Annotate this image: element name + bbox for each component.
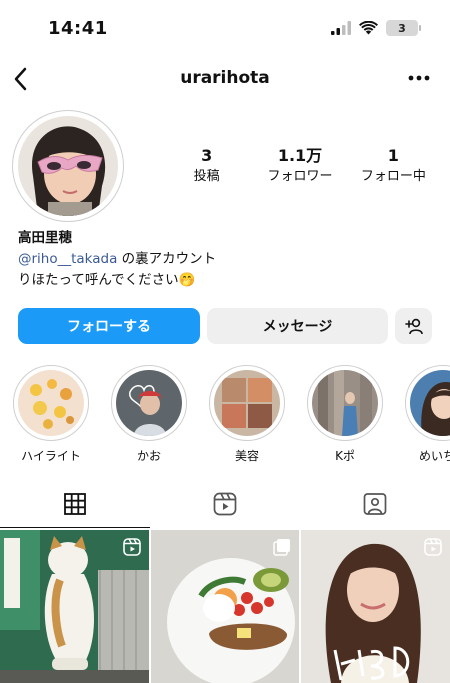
tab-tagged[interactable]	[300, 480, 450, 528]
highlight-label: ハイライト	[21, 449, 81, 463]
battery-icon: 3	[386, 20, 421, 36]
tab-reels[interactable]	[150, 480, 300, 528]
battery-level: 3	[398, 21, 406, 35]
bio-mention-link[interactable]: @riho__takada	[18, 251, 117, 267]
person-photo-image	[116, 370, 182, 436]
avatar-ring	[12, 110, 124, 222]
highlight-cover	[214, 370, 280, 436]
highlight-label: 美容	[234, 449, 259, 463]
bio-line-1: @riho__takada の裏アカウント	[18, 249, 438, 270]
post-grid	[0, 530, 450, 683]
highlight-ring	[209, 365, 285, 441]
highlight-cover	[312, 370, 378, 436]
add-user-icon	[404, 318, 423, 334]
highlight-ring	[307, 365, 383, 441]
bio-line-2: りほたって呼んでください🤭	[18, 272, 196, 288]
more-horizontal-icon	[408, 75, 430, 81]
profile-stats: 3 投稿 1.1万 フォロワー 1 フォロー中	[160, 146, 440, 188]
highlight-label: Kポ	[335, 449, 355, 463]
avatar-photo	[18, 116, 118, 216]
post-thumbnail[interactable]	[150, 530, 300, 683]
profile-bio: 高田里穂 @riho__takada の裏アカウント りほたって呼んでください🤭	[18, 228, 438, 291]
stat-followers-count: 1.1万	[277, 146, 323, 165]
stat-following[interactable]: 1 フォロー中	[347, 146, 440, 188]
highlight-item[interactable]: 美容	[208, 365, 286, 465]
stat-posts-count: 3	[201, 146, 213, 165]
post-thumbnail[interactable]	[301, 530, 450, 683]
status-indicators: 3	[331, 20, 421, 36]
stat-posts[interactable]: 3 投稿	[160, 146, 253, 188]
highlight-item[interactable]: かお	[110, 365, 188, 465]
status-time: 14:41	[48, 18, 108, 39]
status-bar: 14:41 3	[0, 0, 450, 52]
carousel-badge-icon	[273, 539, 291, 556]
signal-icon	[331, 21, 351, 35]
stat-following-count: 1	[387, 146, 399, 165]
profile-username: urarihota	[180, 68, 270, 88]
street-photo-image	[312, 370, 378, 436]
avatar[interactable]	[18, 116, 118, 216]
story-highlights: ハイライト かお 美容 Kポ めいち	[12, 365, 450, 465]
highlight-item[interactable]: ハイライト	[12, 365, 90, 465]
highlight-cover	[18, 370, 84, 436]
follow-button[interactable]: フォローする	[18, 308, 200, 344]
grid-icon	[64, 493, 86, 515]
stat-followers[interactable]: 1.1万 フォロワー	[253, 146, 346, 188]
wifi-icon	[359, 21, 378, 35]
eyeshadow-palette-image	[214, 370, 280, 436]
post-thumbnail[interactable]	[0, 530, 149, 683]
reel-badge-icon	[424, 538, 442, 556]
profile-tabs	[0, 480, 450, 528]
reel-badge-icon	[122, 538, 141, 556]
message-button[interactable]: メッセージ	[207, 308, 388, 344]
highlight-ring	[13, 365, 89, 441]
emoji-collage-image	[18, 370, 84, 436]
stat-following-label: フォロー中	[360, 169, 426, 184]
highlight-cover	[410, 370, 450, 436]
highlight-label: かお	[136, 449, 161, 463]
profile-actions: フォローする メッセージ	[18, 308, 432, 344]
nav-bar: urarihota	[0, 56, 450, 102]
highlight-item[interactable]: めいちゃ	[404, 365, 450, 465]
stat-followers-label: フォロワー	[267, 169, 333, 184]
suggested-users-button[interactable]	[395, 308, 432, 344]
highlight-ring	[405, 365, 450, 441]
portrait-photo-image	[410, 370, 450, 436]
reels-icon	[213, 492, 237, 516]
highlight-cover	[116, 370, 182, 436]
tagged-icon	[363, 493, 387, 515]
bio-mention-suffix: の裏アカウント	[117, 251, 217, 267]
more-options-button[interactable]	[406, 66, 432, 90]
highlight-ring	[111, 365, 187, 441]
profile-display-name: 高田里穂	[18, 230, 72, 246]
highlight-item[interactable]: Kポ	[306, 365, 384, 465]
tab-posts[interactable]	[0, 480, 150, 528]
stat-posts-label: 投稿	[193, 169, 220, 184]
highlight-label: めいちゃ	[418, 449, 450, 463]
